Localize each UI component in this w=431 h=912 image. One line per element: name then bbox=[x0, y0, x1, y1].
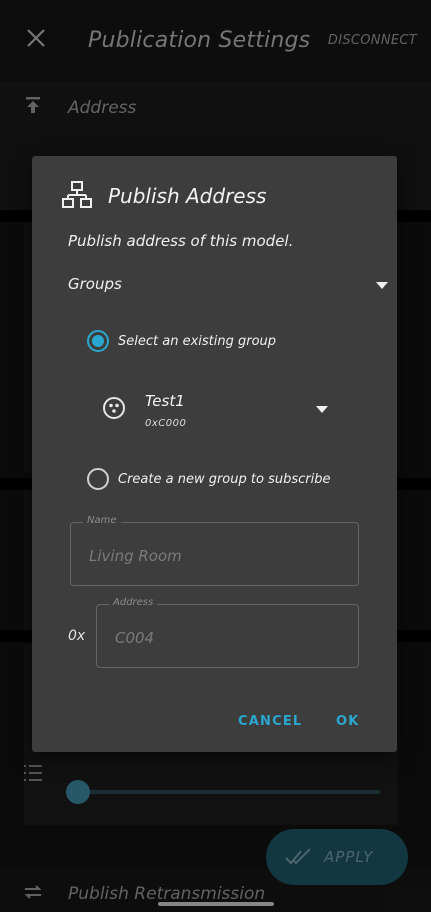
address-field-placeholder: C004 bbox=[115, 629, 155, 647]
ok-button[interactable]: OK bbox=[336, 714, 360, 729]
existing-group-radio[interactable] bbox=[87, 330, 109, 352]
group-name[interactable]: Test1 bbox=[145, 392, 185, 410]
group-address: 0xC000 bbox=[145, 418, 187, 429]
name-field-label: Name bbox=[83, 515, 121, 526]
name-field-placeholder: Living Room bbox=[89, 547, 182, 565]
address-field-label: Address bbox=[109, 597, 158, 608]
name-field[interactable]: Name Living Room bbox=[70, 515, 359, 586]
address-field[interactable]: Address C004 bbox=[96, 597, 359, 668]
dialog-title: Publish Address bbox=[108, 184, 267, 208]
group-dropdown-chevron-icon[interactable] bbox=[316, 406, 328, 413]
app-screen: Publication Settings DISCONNECT Address … bbox=[0, 0, 431, 912]
address-type-value: Groups bbox=[68, 275, 122, 293]
address-type-dropdown[interactable]: Groups bbox=[68, 274, 388, 298]
publish-address-dialog: Publish Address Publish address of this … bbox=[32, 156, 397, 752]
address-prefix: 0x bbox=[68, 628, 86, 644]
existing-group-label: Select an existing group bbox=[118, 334, 277, 349]
cancel-button[interactable]: CANCEL bbox=[238, 714, 302, 729]
chevron-down-icon bbox=[376, 282, 388, 289]
create-group-label: Create a new group to subscribe bbox=[118, 472, 331, 487]
group-icon bbox=[103, 397, 125, 419]
network-icon bbox=[62, 181, 92, 208]
create-group-radio[interactable] bbox=[87, 468, 109, 490]
dialog-subtitle: Publish address of this model. bbox=[68, 232, 294, 250]
